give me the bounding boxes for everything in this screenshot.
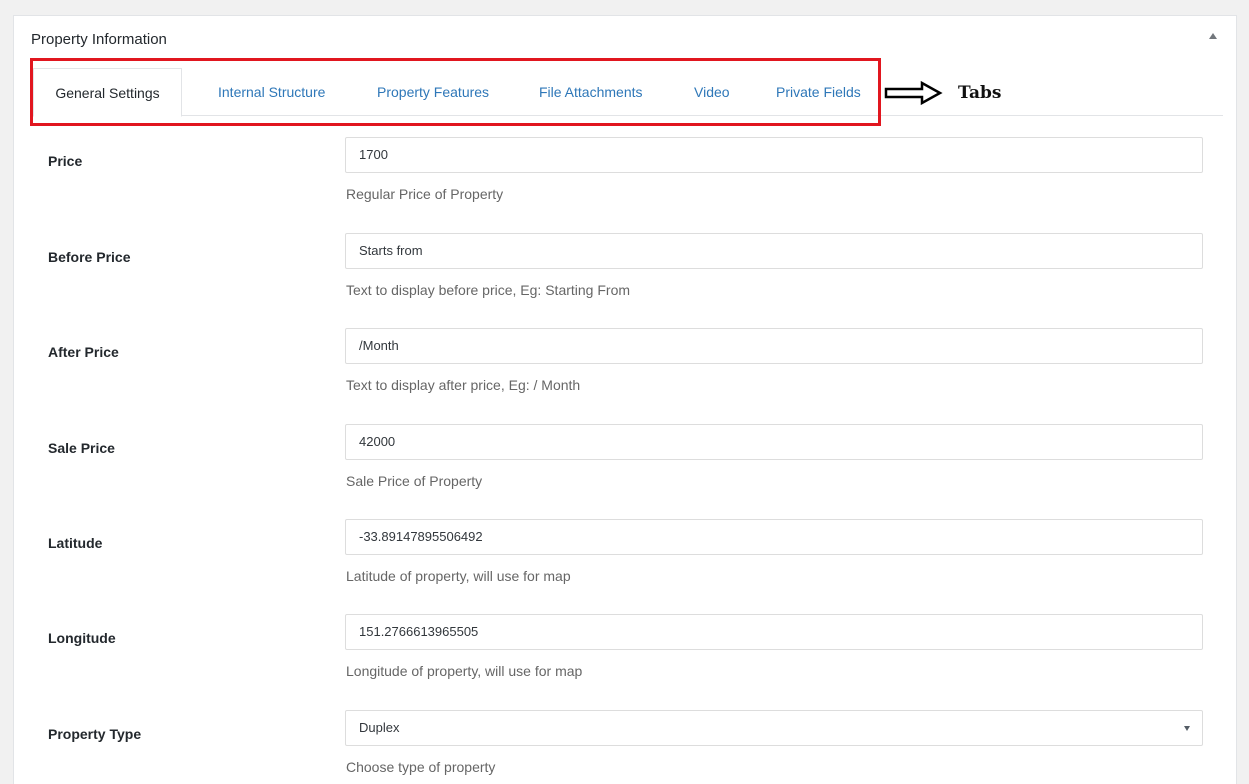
price-description: Regular Price of Property [346, 186, 504, 202]
field-row-property-type: Property Type Duplex Choose type of prop… [0, 710, 1249, 784]
metabox-title: Property Information [31, 31, 167, 48]
property-type-selected-value: Duplex [359, 720, 400, 735]
before-price-label: Before Price [48, 249, 131, 265]
after-price-description: Text to display after price, Eg: / Month [346, 377, 581, 393]
latitude-input[interactable]: -33.89147895506492 [345, 519, 1203, 555]
longitude-description: Longitude of property, will use for map [346, 663, 583, 679]
after-price-input[interactable]: /Month [345, 328, 1203, 364]
tab-property-features[interactable]: Property Features [377, 68, 489, 117]
tab-internal-structure[interactable]: Internal Structure [218, 68, 325, 117]
tab-general-settings[interactable]: General Settings [33, 68, 182, 117]
longitude-label: Longitude [48, 630, 116, 646]
latitude-description: Latitude of property, will use for map [346, 568, 571, 584]
triangle-up-icon[interactable] [1209, 33, 1217, 39]
property-type-label: Property Type [48, 726, 142, 742]
right-arrow-icon [884, 80, 943, 106]
property-type-select[interactable]: Duplex [345, 710, 1203, 746]
price-label: Price [48, 153, 83, 169]
field-row-latitude: Latitude -33.89147895506492 Latitude of … [0, 519, 1249, 599]
tabs-bar: General Settings Internal Structure Prop… [33, 68, 1223, 117]
tab-video[interactable]: Video [694, 68, 730, 117]
property-type-description: Choose type of property [346, 759, 496, 775]
before-price-input[interactable]: Starts from [345, 233, 1203, 269]
tab-file-attachments[interactable]: File Attachments [539, 68, 643, 117]
field-row-price: Price 1700 Regular Price of Property [0, 137, 1249, 217]
field-row-longitude: Longitude 151.2766613965505 Longitude of… [0, 614, 1249, 694]
chevron-down-icon [1184, 726, 1190, 731]
field-row-after-price: After Price /Month Text to display after… [0, 328, 1249, 408]
after-price-label: After Price [48, 344, 119, 360]
tab-private-fields[interactable]: Private Fields [776, 68, 861, 117]
before-price-description: Text to display before price, Eg: Starti… [346, 282, 631, 298]
tabs-annotation-label: Tabs [958, 83, 1002, 103]
longitude-input[interactable]: 151.2766613965505 [345, 614, 1203, 650]
sale-price-input[interactable]: 42000 [345, 424, 1203, 460]
field-row-sale-price: Sale Price 42000 Sale Price of Property [0, 424, 1249, 504]
price-input[interactable]: 1700 [345, 137, 1203, 173]
sale-price-description: Sale Price of Property [346, 473, 483, 489]
sale-price-label: Sale Price [48, 440, 115, 456]
field-row-before-price: Before Price Starts from Text to display… [0, 233, 1249, 313]
latitude-label: Latitude [48, 535, 103, 551]
